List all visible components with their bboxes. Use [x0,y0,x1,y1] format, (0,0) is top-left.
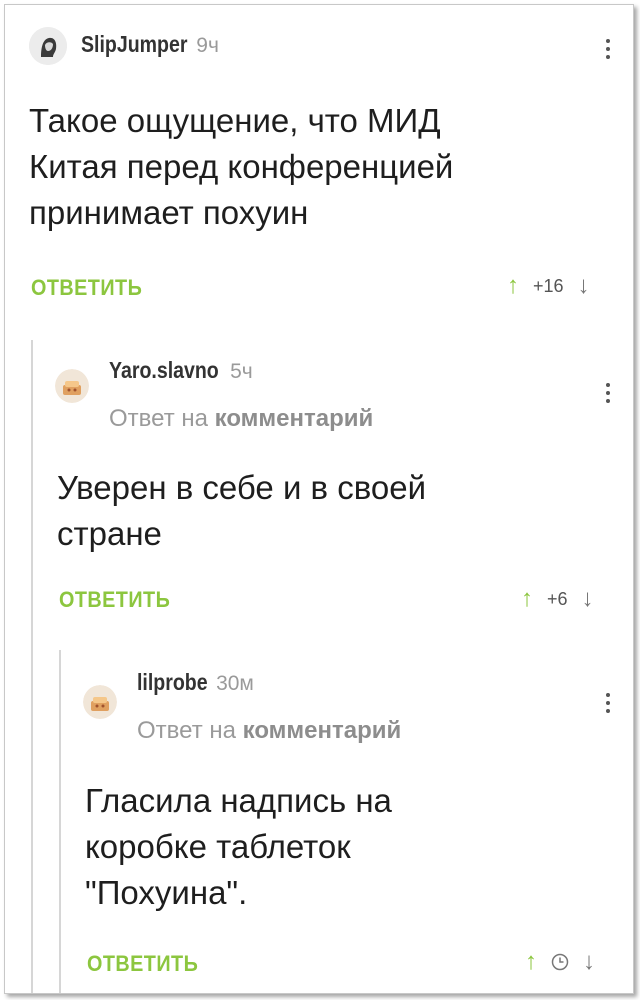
more-vertical-icon[interactable] [605,39,611,63]
arrow-down-icon[interactable]: ↓ [583,950,595,974]
comment-text-line: Китая перед конференцией [29,148,454,185]
rating-controls: ↑ +16 ↓ [507,274,590,298]
reply-to-link[interactable]: комментарий [243,717,402,744]
more-vertical-icon[interactable] [605,693,611,717]
arrow-down-icon[interactable]: ↓ [578,274,590,298]
score: +6 [547,588,568,609]
comment-yaro-slavno: Yaro.slavno 5ч Ответ на комментарий Увер… [5,335,633,645]
comment-text-line: коробке таблеток [85,828,351,865]
rating-controls: ↑ ↓ [525,950,595,974]
avatar[interactable] [55,369,89,403]
reply-to-prefix: Ответ на [109,405,208,432]
rating-controls: ↑ +6 ↓ [521,587,594,611]
comment-text: Гласила надпись на коробке таблеток "Пох… [85,778,615,916]
comment-lilprobe: lilprobe 30м Ответ на комментарий Гласил… [5,645,633,990]
comment-text-line: "Похуина". [85,874,248,911]
comments-screen: SlipJumper 9ч Такое ощущение, что МИД Ки… [4,4,634,994]
arrow-up-icon[interactable]: ↑ [507,274,519,298]
avatar[interactable] [83,685,117,719]
arrow-down-icon[interactable]: ↓ [582,587,594,611]
username[interactable]: SlipJumper [81,31,187,58]
timestamp: 9ч [196,34,219,57]
reply-to-label: Ответ на комментарий [137,717,401,745]
username[interactable]: lilprobe [137,669,208,696]
arrow-up-icon[interactable]: ↑ [521,587,533,611]
reply-to-link[interactable]: комментарий [215,405,374,432]
more-vertical-icon[interactable] [605,383,611,407]
comment-slipjumper: SlipJumper 9ч Такое ощущение, что МИД Ки… [5,5,633,325]
reply-button[interactable]: ОТВЕТИТЬ [87,951,198,977]
comment-text-line: Такое ощущение, что МИД [29,102,441,139]
timestamp: 30м [216,672,254,695]
timestamp: 5ч [230,360,253,383]
reply-button[interactable]: ОТВЕТИТЬ [31,275,142,301]
reply-to-label: Ответ на комментарий [109,405,373,433]
arrow-up-icon[interactable]: ↑ [525,950,537,974]
comment-text: Уверен в себе и в своей стране [57,465,617,557]
clock-icon [551,953,569,971]
reply-button[interactable]: ОТВЕТИТЬ [59,587,170,613]
comment-text: Такое ощущение, что МИД Китая перед конф… [29,98,609,236]
username[interactable]: Yaro.slavno [109,357,219,384]
comment-text-line: стране [57,515,162,552]
avatar[interactable] [29,27,67,65]
reply-to-prefix: Ответ на [137,717,236,744]
comment-text-line: Уверен в себе и в своей [57,469,427,506]
comment-text-line: Гласила надпись на [85,782,392,819]
comment-text-line: принимает похуин [29,194,309,231]
score: +16 [533,275,564,296]
